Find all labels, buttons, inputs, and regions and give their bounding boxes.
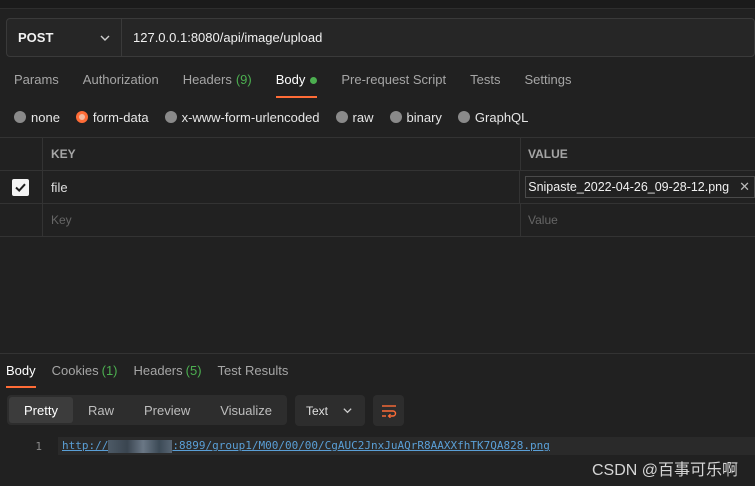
body-type-binary[interactable]: binary <box>389 110 442 125</box>
key-cell[interactable]: file <box>43 171 521 203</box>
response-tab-cookies[interactable]: Cookies (1) <box>52 363 118 387</box>
tab-settings[interactable]: Settings <box>524 72 571 98</box>
response-tab-headers[interactable]: Headers (5) <box>134 363 202 387</box>
method-select[interactable]: POST <box>7 19 122 56</box>
radio-button[interactable] <box>389 111 402 123</box>
url-input[interactable]: 127.0.0.1:8080/api/image/upload <box>122 19 754 56</box>
body-type-none[interactable]: none <box>14 110 60 125</box>
method-label: POST <box>18 30 54 45</box>
chevron-down-icon <box>100 35 110 41</box>
response-divider[interactable] <box>0 353 755 354</box>
tab-pre-request-script[interactable]: Pre-request Script <box>341 72 446 98</box>
tab-authorization[interactable]: Authorization <box>83 72 159 98</box>
wrap-lines-icon <box>381 404 396 418</box>
checkmark-icon <box>15 183 27 192</box>
key-input[interactable]: Key <box>43 204 521 236</box>
headers-count: (9) <box>235 72 252 87</box>
radio-button-selected[interactable] <box>75 111 88 123</box>
response-tab-body[interactable]: Body <box>6 363 36 388</box>
view-raw-button[interactable]: Raw <box>73 397 129 423</box>
body-type-urlencoded[interactable]: x-www-form-urlencoded <box>164 110 320 125</box>
chevron-down-icon <box>343 408 352 414</box>
table-header: KEY VALUE <box>0 137 755 171</box>
tab-headers[interactable]: Headers (9) <box>183 72 252 98</box>
table-row: file Snipaste_2022-04-26_09-28-12.png ✕ <box>0 171 755 204</box>
radio-button[interactable] <box>335 111 348 123</box>
close-icon[interactable]: ✕ <box>739 179 750 195</box>
redacted-mask <box>108 439 173 453</box>
view-preview-button[interactable]: Preview <box>129 397 205 423</box>
wrap-lines-button[interactable] <box>373 395 404 426</box>
column-header-value: VALUE <box>528 147 568 161</box>
body-type-form-data[interactable]: form-data <box>75 110 149 125</box>
file-value-chip[interactable]: Snipaste_2022-04-26_09-28-12.png ✕ <box>525 176 755 198</box>
format-select[interactable]: Text <box>295 395 365 426</box>
response-line: 1 http://:8899/group1/M00/00/00/CgAUC2Jn… <box>0 437 755 455</box>
line-number: 1 <box>35 439 42 453</box>
response-tabs: Body Cookies (1) Headers (5) Test Results <box>6 363 304 388</box>
radio-button[interactable] <box>164 111 177 123</box>
table-row-empty: Key Value <box>0 204 755 237</box>
watermark: CSDN @百事可乐啊 <box>591 462 738 479</box>
value-input[interactable]: Value <box>521 204 755 236</box>
tab-tests[interactable]: Tests <box>470 72 500 98</box>
body-indicator-dot <box>310 77 318 84</box>
row-enabled-checkbox[interactable] <box>12 178 30 196</box>
tab-body[interactable]: Body <box>275 72 318 98</box>
response-url-link[interactable]: http://:8899/group1/M00/00/00/CgAUC2JnxJ… <box>62 439 550 453</box>
tab-params[interactable]: Params <box>14 72 59 98</box>
body-type-options: none form-data x-www-form-urlencoded raw… <box>14 109 544 125</box>
top-strip <box>0 0 755 9</box>
radio-button[interactable] <box>14 111 26 123</box>
view-mode-toggle: Pretty Raw Preview Visualize <box>7 395 287 425</box>
request-tabs: Params Authorization Headers (9) Body Pre… <box>14 72 595 98</box>
view-visualize-button[interactable]: Visualize <box>205 397 287 423</box>
body-type-graphql[interactable]: GraphQL <box>457 110 528 125</box>
response-tab-test-results[interactable]: Test Results <box>218 363 289 387</box>
radio-button[interactable] <box>457 111 470 123</box>
form-data-table: KEY VALUE file Snipaste_2022-04-26_09-28… <box>0 137 755 237</box>
request-bar: POST 127.0.0.1:8080/api/image/upload <box>6 18 755 57</box>
format-label: Text <box>306 403 329 418</box>
body-type-raw[interactable]: raw <box>335 110 374 125</box>
view-pretty-button[interactable]: Pretty <box>9 397 73 423</box>
file-name: Snipaste_2022-04-26_09-28-12.png <box>528 180 730 194</box>
column-header-key: KEY <box>43 138 521 170</box>
